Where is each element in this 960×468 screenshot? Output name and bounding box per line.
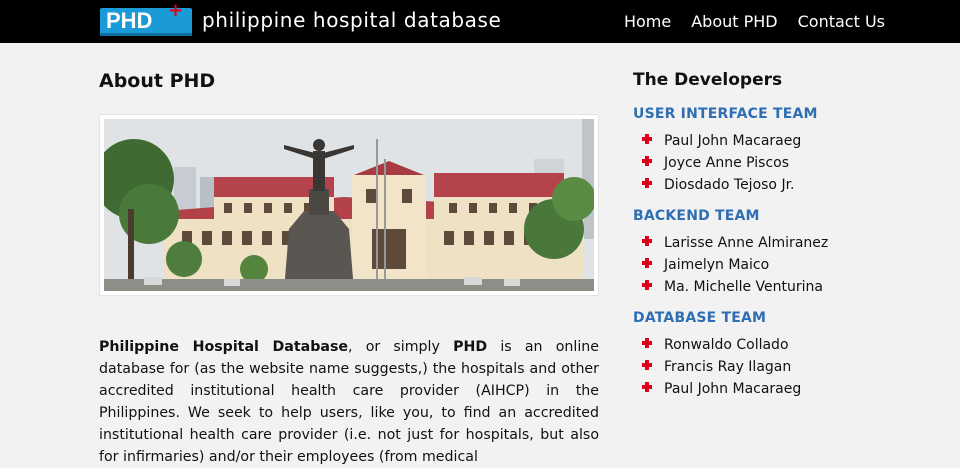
team-member: Ma. Michelle Venturina bbox=[633, 276, 893, 298]
red-cross-icon bbox=[642, 178, 652, 188]
phd-logo[interactable]: PHD + bbox=[100, 0, 194, 36]
team-member: Paul John Macaraeg bbox=[633, 378, 893, 400]
red-cross-icon bbox=[642, 258, 652, 268]
intro-bold-name: Philippine Hospital Database bbox=[99, 339, 349, 355]
nav-about-link[interactable]: About PHD bbox=[691, 12, 777, 31]
logo-plus-icon: + bbox=[168, 0, 184, 21]
team-backend: BACKEND TEAM Larisse Anne Almiranez Jaim… bbox=[633, 208, 893, 298]
main-nav: Home About PHD Contact Us bbox=[604, 0, 885, 43]
member-name: Ma. Michelle Venturina bbox=[664, 279, 823, 295]
team-member: Francis Ray Ilagan bbox=[633, 356, 893, 378]
main-content: About PHD Philippine Hospital Database, … bbox=[99, 70, 599, 468]
team-member: Ronwaldo Collado bbox=[633, 334, 893, 356]
team-heading: BACKEND TEAM bbox=[633, 208, 760, 224]
top-navbar: PHD + philippine hospital database Home … bbox=[0, 0, 960, 43]
intro-bold-short: PHD bbox=[453, 339, 488, 355]
red-cross-icon bbox=[642, 156, 652, 166]
intro-text-2: is an online database for (as the websit… bbox=[99, 339, 599, 465]
red-cross-icon bbox=[642, 382, 652, 392]
red-cross-icon bbox=[642, 236, 652, 246]
red-cross-icon bbox=[642, 360, 652, 370]
red-cross-icon bbox=[642, 338, 652, 348]
logo-underline bbox=[100, 33, 192, 36]
intro-text-1: , or simply bbox=[348, 339, 454, 355]
team-member: Jaimelyn Maico bbox=[633, 254, 893, 276]
developers-sidebar: The Developers USER INTERFACE TEAM Paul … bbox=[633, 70, 893, 412]
red-cross-icon bbox=[642, 134, 652, 144]
site-title: philippine hospital database bbox=[202, 8, 502, 32]
member-name: Ronwaldo Collado bbox=[664, 337, 789, 353]
team-member: Joyce Anne Piscos bbox=[633, 152, 893, 174]
nav-contact-link[interactable]: Contact Us bbox=[798, 12, 885, 31]
member-name: Paul John Macaraeg bbox=[664, 381, 802, 397]
team-member: Diosdado Tejoso Jr. bbox=[633, 174, 893, 196]
intro-paragraph: Philippine Hospital Database, or simply … bbox=[99, 336, 599, 468]
team-member: Paul John Macaraeg bbox=[633, 130, 893, 152]
team-heading: USER INTERFACE TEAM bbox=[633, 106, 818, 122]
red-cross-icon bbox=[642, 280, 652, 290]
page-title: About PHD bbox=[99, 70, 216, 92]
member-name: Diosdado Tejoso Jr. bbox=[664, 177, 795, 193]
sidebar-title: The Developers bbox=[633, 70, 783, 90]
member-name: Larisse Anne Almiranez bbox=[664, 235, 829, 251]
member-name: Jaimelyn Maico bbox=[664, 257, 770, 273]
team-database: DATABASE TEAM Ronwaldo Collado Francis R… bbox=[633, 310, 893, 400]
team-heading: DATABASE TEAM bbox=[633, 310, 767, 326]
member-name: Paul John Macaraeg bbox=[664, 133, 802, 149]
team-ui: USER INTERFACE TEAM Paul John Macaraeg J… bbox=[633, 106, 893, 196]
member-name: Joyce Anne Piscos bbox=[664, 155, 790, 171]
nav-home-link[interactable]: Home bbox=[624, 12, 671, 31]
team-member: Larisse Anne Almiranez bbox=[633, 232, 893, 254]
member-name: Francis Ray Ilagan bbox=[664, 359, 792, 375]
hospital-photo bbox=[104, 119, 594, 291]
hero-image-frame bbox=[99, 114, 599, 296]
